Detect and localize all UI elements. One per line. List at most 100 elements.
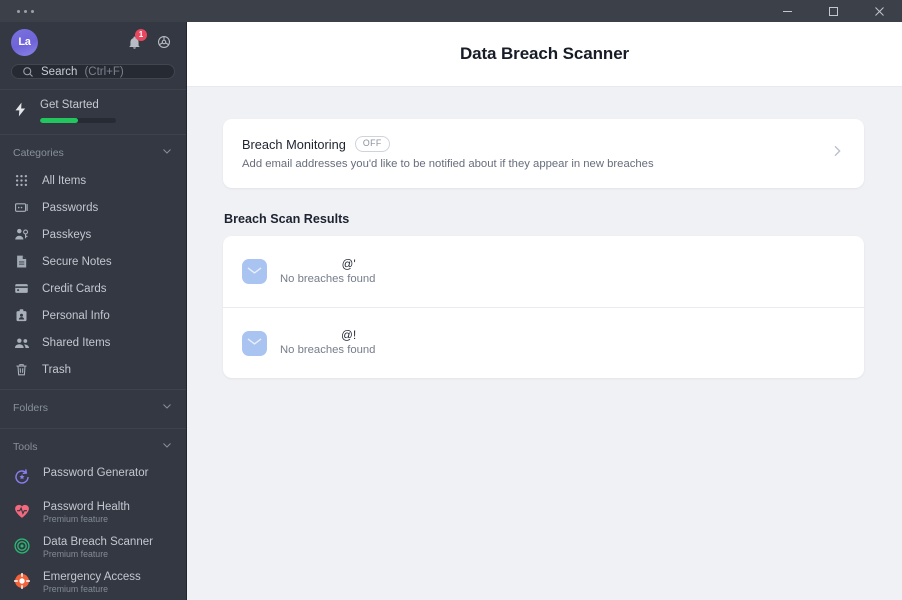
password-icon: [13, 200, 30, 215]
breach-monitoring-description: Add email addresses you'd like to be not…: [242, 158, 654, 170]
chevron-down-icon: [161, 145, 173, 160]
heart-pulse-icon: [13, 502, 31, 523]
lifebuoy-icon: [13, 572, 31, 593]
sidebar-item-secure-notes[interactable]: Secure Notes: [0, 248, 186, 275]
window-menu-dots[interactable]: [0, 9, 34, 13]
breach-result-text: @! No breaches found: [280, 330, 375, 356]
breach-monitoring-title: Breach Monitoring: [242, 136, 346, 152]
breach-monitoring-title-row: Breach Monitoring OFF: [242, 136, 817, 152]
main-header: Data Breach Scanner: [187, 22, 902, 87]
search-hint: (Ctrl+F): [84, 65, 124, 78]
breach-result-text: @' No breaches found: [280, 259, 375, 285]
window-controls: [764, 0, 902, 22]
breach-result-row[interactable]: @! No breaches found: [223, 307, 864, 378]
sidebar-tool-label: Data Breach Scanner: [43, 536, 153, 548]
sidebar-item-label: Secure Notes: [42, 255, 112, 268]
sidebar-tool-password-health[interactable]: Password Health Premium feature: [0, 495, 186, 530]
folders-label: Folders: [13, 401, 49, 414]
lightning-bolt-icon: [13, 101, 28, 123]
sidebar-item-passkeys[interactable]: Passkeys: [0, 221, 186, 248]
sidebar-tool-sublabel: Premium feature: [43, 549, 109, 559]
tools-list: Password Generator Password Health Premium…: [0, 461, 186, 600]
sidebar-item-label: Credit Cards: [42, 282, 107, 295]
sidebar-item-trash[interactable]: Trash: [0, 356, 186, 383]
chevron-down-icon: [161, 439, 173, 454]
radar-icon: [13, 537, 31, 558]
envelope-icon: [242, 259, 267, 284]
search-input[interactable]: Search (Ctrl+F): [11, 64, 175, 79]
dot-2: [24, 9, 27, 13]
main-body: Breach Monitoring OFF Add email addresse…: [187, 87, 902, 600]
trash-icon: [13, 362, 30, 377]
close-button[interactable]: [856, 0, 902, 22]
sidebar-item-label: Passkeys: [42, 228, 92, 241]
breach-result-status: No breaches found: [280, 272, 376, 285]
chevron-down-icon: [161, 400, 173, 415]
notifications-button[interactable]: 1: [123, 29, 147, 53]
people-icon: [13, 335, 30, 351]
passkey-icon: [13, 227, 30, 242]
tools-label: Tools: [13, 440, 38, 453]
id-badge-icon: [13, 308, 30, 323]
sidebar-tool-text: Password Generator: [43, 467, 148, 479]
generator-icon: [13, 468, 31, 489]
app-window: La 1 Search (Ctrl+F) Get Started Categor…: [0, 0, 902, 600]
breach-result-email: @': [341, 258, 356, 271]
avatar[interactable]: La: [11, 28, 38, 56]
sidebar-tool-label: Emergency Access: [43, 571, 141, 583]
sidebar-tool-label: Password Health: [43, 501, 130, 513]
get-started-progress-track: [40, 118, 116, 123]
sidebar-item-personal-info[interactable]: Personal Info: [0, 302, 186, 329]
sidebar-item-label: Passwords: [42, 201, 99, 214]
sidebar-item-passwords[interactable]: Passwords: [0, 194, 186, 221]
credit-card-icon: [13, 281, 30, 296]
main-panel: Data Breach Scanner Breach Monitoring OF…: [187, 22, 902, 600]
status-badge: OFF: [354, 136, 390, 152]
note-icon: [13, 254, 30, 269]
minimize-button[interactable]: [764, 0, 810, 22]
sidebar-item-label: Trash: [42, 363, 71, 376]
get-started-content: Get Started: [40, 99, 175, 123]
dot-3: [31, 9, 34, 13]
sidebar-tool-sublabel: Premium feature: [43, 514, 109, 524]
sidebar-item-label: Personal Info: [42, 309, 110, 322]
page-title: Data Breach Scanner: [459, 44, 630, 63]
breach-result-email: @!: [341, 330, 357, 342]
maximize-button[interactable]: [810, 0, 856, 22]
sidebar-tool-text: Emergency Access Premium feature: [43, 571, 141, 594]
folders-section-header[interactable]: Folders: [0, 390, 186, 422]
sidebar-item-all-items[interactable]: All Items: [0, 167, 186, 194]
categories-section-header[interactable]: Categories: [0, 135, 186, 167]
grid-icon: [13, 173, 30, 188]
sidebar-item-shared-items[interactable]: Shared Items: [0, 329, 186, 356]
sidebar-tool-label: Password Generator: [43, 467, 149, 479]
settings-gear-button[interactable]: [153, 31, 175, 53]
sidebar-tool-text: Password Health Premium feature: [43, 501, 130, 524]
sidebar-item-label: All Items: [42, 174, 87, 187]
get-started-label: Get Started: [40, 99, 99, 111]
search-label: Search: [41, 65, 78, 78]
categories-list: All Items Passwords Passkeys Secure Notes Cr…: [0, 167, 186, 383]
sidebar-tool-data-breach-scanner[interactable]: Data Breach Scanner Premium feature: [0, 530, 186, 565]
sidebar-tool-text: Data Breach Scanner Premium feature: [43, 536, 153, 559]
title-bar: [0, 0, 902, 22]
envelope-icon: [242, 330, 267, 356]
results-section-title: Breach Scan Results: [224, 212, 350, 226]
breach-result-status: No breaches found: [280, 344, 376, 356]
sidebar-tool-password-generator[interactable]: Password Generator: [0, 461, 186, 495]
sidebar-item-credit-cards[interactable]: Credit Cards: [0, 275, 186, 302]
breach-monitoring-card[interactable]: Breach Monitoring OFF Add email addresse…: [223, 119, 864, 188]
sidebar-item-label: Shared Items: [42, 336, 111, 349]
body-row: La 1 Search (Ctrl+F) Get Started Categor…: [0, 22, 902, 600]
chevron-right-icon[interactable]: [817, 143, 845, 164]
sidebar-top-bar: La 1: [0, 22, 186, 62]
categories-label: Categories: [13, 146, 64, 159]
sidebar-tool-emergency-access[interactable]: Emergency Access Premium feature: [0, 565, 186, 600]
sidebar: La 1 Search (Ctrl+F) Get Started Categor…: [0, 22, 187, 600]
get-started-item[interactable]: Get Started: [0, 89, 186, 135]
tools-section-header[interactable]: Tools: [0, 429, 186, 461]
sidebar-tool-sublabel: Premium feature: [43, 584, 109, 594]
breach-results-card: @' No breaches found @! No breaches found: [223, 236, 864, 378]
breach-result-row[interactable]: @' No breaches found: [223, 236, 864, 307]
notification-badge: 1: [135, 29, 147, 41]
